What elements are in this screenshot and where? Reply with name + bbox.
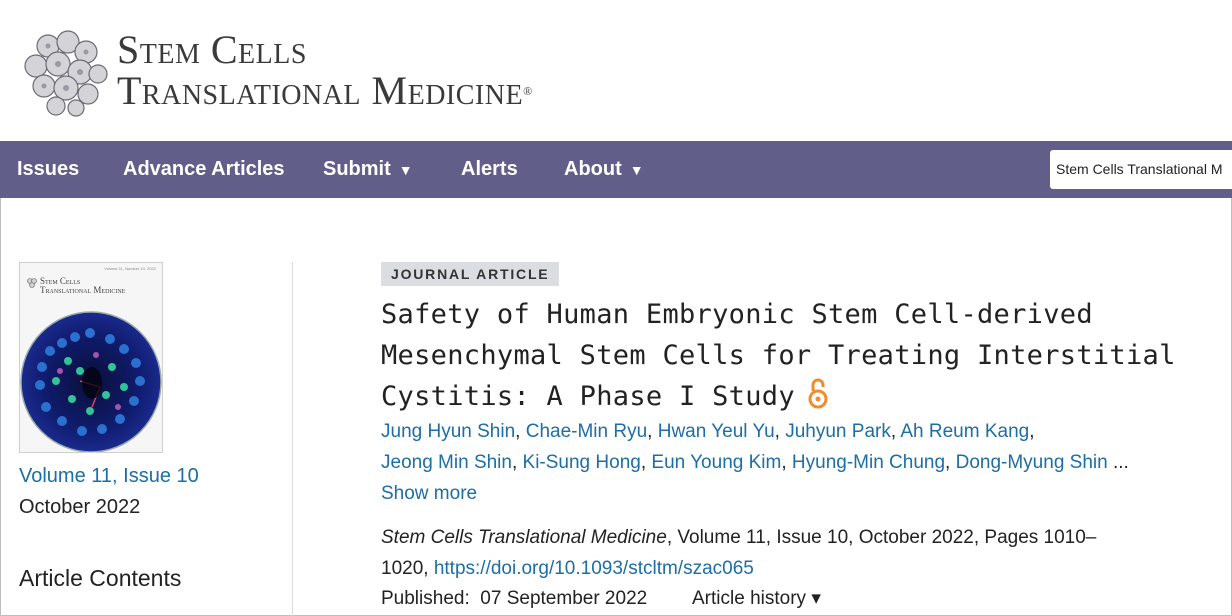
author-link[interactable]: Ah Reum Kang bbox=[900, 421, 1029, 442]
chevron-down-icon: ▼ bbox=[398, 162, 413, 178]
published-info: Published: 07 September 2022 bbox=[381, 585, 647, 613]
nav-alerts-label: Alerts bbox=[461, 158, 518, 180]
nav-submit[interactable]: Submit ▼ bbox=[323, 141, 413, 198]
chevron-down-icon: ▼ bbox=[629, 162, 644, 178]
site-header: Stem Cells Translational Medicine® bbox=[0, 0, 1232, 141]
author-link[interactable]: Jeong Min Shin bbox=[381, 452, 512, 473]
issue-link[interactable]: Volume 11, Issue 10 bbox=[19, 465, 199, 488]
author-link[interactable]: Chae-Min Ryu bbox=[526, 421, 647, 442]
column-divider bbox=[292, 262, 293, 616]
main-nav: Issues Advance Articles Submit ▼ Alerts A… bbox=[0, 141, 1232, 198]
search-scope-select[interactable]: Stem Cells Translational M bbox=[1050, 150, 1232, 189]
article-title-text: Safety of Human Embryonic Stem Cell-deri… bbox=[381, 299, 1176, 412]
open-access-icon bbox=[808, 378, 828, 409]
author-link[interactable]: Ki-Sung Hong bbox=[523, 452, 641, 473]
nav-submit-label: Submit bbox=[323, 158, 391, 180]
cover-title-line-2: Translational Medicine bbox=[40, 285, 126, 295]
logo-line-1: Stem Cells bbox=[117, 27, 307, 72]
search-scope-label: Stem Cells Translational M bbox=[1056, 161, 1223, 177]
citation-journal: Stem Cells Translational Medicine bbox=[381, 527, 667, 548]
author-link[interactable]: Eun Young Kim bbox=[651, 452, 781, 473]
journal-logo-text[interactable]: Stem Cells Translational Medicine® bbox=[117, 30, 533, 112]
author-link[interactable]: Dong-Myung Shin bbox=[956, 452, 1108, 473]
article-title: Safety of Human Embryonic Stem Cell-deri… bbox=[381, 294, 1201, 417]
cover-logo-icon bbox=[27, 278, 37, 288]
author-list: Jung Hyun Shin, Chae-Min Ryu, Hwan Yeul … bbox=[381, 416, 1181, 509]
nav-about[interactable]: About ▼ bbox=[564, 141, 644, 198]
show-more-authors-link[interactable]: Show more bbox=[381, 478, 1181, 509]
author-link[interactable]: Hwan Yeul Yu bbox=[658, 421, 775, 442]
article-type-badge: JOURNAL ARTICLE bbox=[381, 262, 560, 286]
caret-down-icon: ▾ bbox=[811, 588, 821, 609]
article-history-label: Article history bbox=[692, 588, 807, 609]
cover-microscopy-image bbox=[20, 311, 162, 452]
logo-line-2-text: Translational Medicine bbox=[117, 68, 524, 113]
nav-alerts[interactable]: Alerts bbox=[461, 141, 518, 198]
author-link[interactable]: Hyung-Min Chung bbox=[792, 452, 945, 473]
article-contents-heading: Article Contents bbox=[19, 565, 182, 591]
nav-advance-articles-label: Advance Articles bbox=[123, 158, 285, 180]
published-label: Published: bbox=[381, 588, 470, 609]
nav-issues-label: Issues bbox=[17, 158, 80, 180]
cover-volume: Volume 11, Number 10, 2022 bbox=[104, 266, 156, 271]
published-date: 07 September 2022 bbox=[480, 588, 648, 609]
authors-ellipsis: ... bbox=[1112, 452, 1129, 473]
issue-date: October 2022 bbox=[19, 496, 141, 518]
doi-link[interactable]: https://doi.org/10.1093/stcltm/szac065 bbox=[434, 558, 754, 579]
nav-about-label: About bbox=[564, 158, 622, 180]
journal-logo-icon[interactable] bbox=[18, 26, 110, 118]
author-link[interactable]: Jung Hyun Shin bbox=[381, 421, 515, 442]
nav-issues[interactable]: Issues bbox=[17, 141, 79, 198]
logo-line-2: Translational Medicine® bbox=[117, 70, 533, 112]
cover-title: Stem Cells Translational Medicine bbox=[40, 277, 125, 295]
author-link[interactable]: Juhyun Park bbox=[785, 421, 891, 442]
issue-cover-image[interactable]: Volume 11, Number 10, 2022 Stem Cells Tr… bbox=[19, 262, 163, 453]
registered-mark: ® bbox=[523, 84, 533, 98]
nav-advance-articles[interactable]: Advance Articles bbox=[123, 141, 285, 198]
article-history-toggle[interactable]: Article history ▾ bbox=[692, 585, 821, 613]
citation: Stem Cells Translational Medicine, Volum… bbox=[381, 522, 1141, 584]
